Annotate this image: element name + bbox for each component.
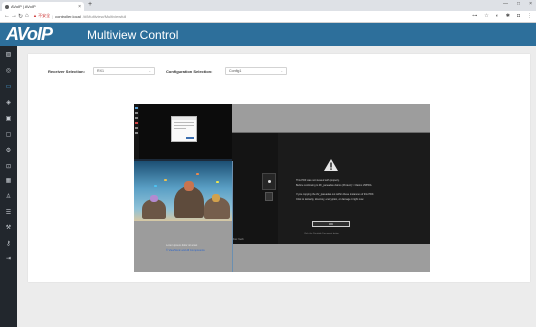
- network-icon: ⊡: [5, 164, 12, 170]
- home-button[interactable]: ⌂: [25, 13, 29, 19]
- sidebar-item-logout[interactable]: ⇥: [0, 254, 17, 264]
- menu-icon[interactable]: ⋮: [527, 13, 532, 19]
- preview-window-empty-bottom[interactable]: [232, 244, 430, 272]
- dialog-line-3: If you copying the AV_pareadas out withi…: [296, 193, 374, 196]
- receiver-select[interactable]: RX1 ⌄: [93, 67, 155, 75]
- sidebar-item-multiview[interactable]: ▭: [0, 82, 17, 92]
- preview-divider: [232, 161, 233, 272]
- dialog-corner-text: Fax: fresh: [233, 238, 244, 241]
- url-path: /#/Multiview/Multiviewfull: [82, 13, 127, 19]
- settings-icon: ⚙: [5, 148, 12, 154]
- layers-icon: ◈: [6, 100, 11, 106]
- grid-icon: ▦: [5, 178, 12, 184]
- app-logo: AVoIP: [6, 24, 53, 44]
- back-button[interactable]: ←: [4, 13, 10, 19]
- dialog-line-2: Before continuing to Mr_pareadas claims …: [296, 184, 372, 187]
- aquarium-image: [134, 161, 232, 221]
- aquarium-link: © ViewSonic and All Components: [166, 249, 205, 252]
- warning-icon: [324, 159, 338, 171]
- sidebar-item-key[interactable]: ⚷: [0, 239, 17, 249]
- forward-button[interactable]: →: [11, 13, 17, 19]
- user-icon: ♙: [5, 194, 12, 200]
- dialog-line-1: This PDF was not viewed with properly.: [296, 179, 340, 182]
- window-controls: — □ ×: [503, 1, 532, 7]
- security-warning[interactable]: ▲ 不安全: [33, 13, 50, 19]
- chevron-down-icon: ⌄: [148, 69, 151, 73]
- close-window-button[interactable]: ×: [529, 1, 532, 7]
- sidebar: ▨ ◎ ▭ ◈ ▣ ▢ ⚙ ⊡ ▦ ♙ ☰ ⚒ ⚷ ⇥: [0, 46, 17, 327]
- preview-window-dialog[interactable]: Fax: fresh This PDF was not viewed with …: [232, 132, 430, 245]
- bookmark-star-icon[interactable]: ☆: [484, 13, 488, 19]
- tab-close-icon[interactable]: ×: [78, 4, 81, 10]
- sidebar-item-list[interactable]: ☰: [0, 208, 17, 218]
- new-tab-button[interactable]: +: [88, 1, 92, 8]
- dialog-footer-text: Click the Printable Document button: [304, 233, 339, 235]
- key-icon: ⚷: [6, 241, 11, 247]
- tools-icon: ⚒: [5, 225, 12, 231]
- preview-window-desktop[interactable]: [134, 104, 232, 161]
- extension-icon[interactable]: ✱: [506, 13, 510, 19]
- sidebar-item-layers[interactable]: ◈: [0, 98, 17, 108]
- url-field[interactable]: ▲ 不安全 | controller.local/#/Multiview/Mul…: [33, 13, 126, 19]
- file-thumb: [262, 173, 276, 190]
- multiview-icon: ▭: [5, 84, 12, 90]
- page-title: Multiview Control: [87, 28, 179, 42]
- favicon-icon: [5, 4, 9, 9]
- monitor-icon: ▣: [5, 116, 12, 122]
- globe-icon: ◎: [5, 68, 12, 74]
- aquarium-caption: Lorem ipsum dolor sit amet: [166, 244, 198, 247]
- screen-icon: ▢: [5, 132, 12, 138]
- list-icon: ☰: [5, 210, 12, 216]
- dialog-sidebar: Fax: fresh: [232, 133, 278, 245]
- sidebar-item-monitor[interactable]: ▣: [0, 114, 17, 124]
- preview-window-empty-top[interactable]: [232, 104, 430, 132]
- multiview-preview[interactable]: Lorem ipsum dolor sit amet © ViewSonic a…: [134, 104, 430, 272]
- mini-taskbar: [134, 104, 139, 161]
- receiver-label: Receiver Selection:: [48, 69, 85, 74]
- dashboard-icon: ▨: [5, 52, 12, 58]
- sidebar-item-grid[interactable]: ▦: [0, 176, 17, 186]
- dialog-line-4: Click to defaulty, directory, encryption…: [296, 198, 364, 201]
- extension-icon[interactable]: ◐: [496, 13, 499, 19]
- chevron-down-icon: ⌄: [280, 69, 283, 73]
- logout-icon: ⇥: [5, 256, 12, 262]
- minimize-button[interactable]: —: [503, 1, 508, 7]
- reload-button[interactable]: ↻: [18, 13, 23, 20]
- config-select[interactable]: Config1 ⌄: [225, 67, 287, 75]
- sidebar-item-dashboard[interactable]: ▨: [0, 50, 17, 60]
- mini-dialog: [171, 116, 197, 142]
- browser-tabbar: AVoIP | AVoIP × + — □ ×: [0, 0, 536, 11]
- maximize-button[interactable]: □: [517, 1, 520, 7]
- url-host: controller.local: [55, 13, 81, 19]
- profile-icon[interactable]: ◘: [517, 13, 520, 19]
- dialog-ok-button[interactable]: OK: [312, 221, 350, 227]
- sidebar-item-network[interactable]: ⊡: [0, 162, 17, 172]
- preview-window-aquarium[interactable]: Lorem ipsum dolor sit amet © ViewSonic a…: [134, 161, 232, 272]
- tab-title: AVoIP | AVoIP: [11, 4, 36, 9]
- sidebar-item-tools[interactable]: ⚒: [0, 223, 17, 233]
- extension-icons: ⊶ ☆ ◐ ✱ ◘ ⋮: [472, 13, 532, 19]
- extension-icon[interactable]: ⊶: [472, 13, 477, 19]
- doc-icon: [265, 192, 273, 201]
- receiver-value: RX1: [97, 69, 104, 73]
- config-label: Configuration Selection:: [166, 69, 213, 74]
- config-value: Config1: [229, 69, 242, 73]
- app-header: AVoIP Multiview Control: [0, 23, 536, 46]
- sidebar-item-settings[interactable]: ⚙: [0, 146, 17, 156]
- sidebar-item-user[interactable]: ♙: [0, 192, 17, 202]
- sidebar-item-screen[interactable]: ▢: [0, 130, 17, 140]
- browser-tab[interactable]: AVoIP | AVoIP ×: [2, 2, 84, 11]
- address-bar: ← → ↻ ⌂ ▲ 不安全 | controller.local/#/Multi…: [0, 11, 536, 23]
- sidebar-item-globe[interactable]: ◎: [0, 66, 17, 76]
